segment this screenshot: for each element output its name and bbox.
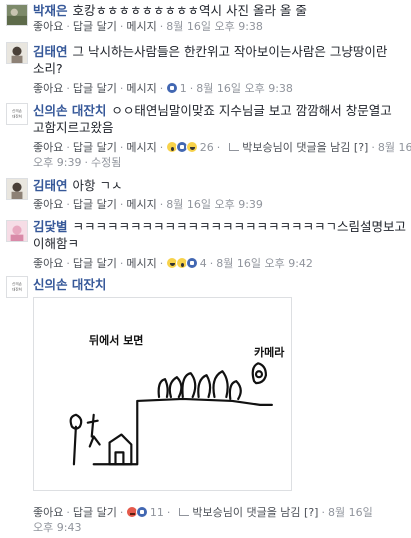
timestamp-date[interactable]: 8월 16일 (378, 141, 411, 154)
reply-link[interactable]: 답글 달기 (73, 141, 117, 154)
comment-text-line1: 그 낙시하는사람들은 한칸위고 작아보이는사람은 그냥땅이란 (72, 44, 388, 59)
comment-image-attachment[interactable]: 뒤에서 보면 카메라 (33, 297, 292, 491)
comment-text-line2: 고함지르고왔음 (33, 120, 114, 135)
comment-actions: 좋아요 · 답글 달기 · 메시지 · 8월 16일 오후 9:39 (33, 198, 263, 211)
like-link[interactable]: 좋아요 (33, 82, 63, 95)
reply-arrow-icon (229, 143, 240, 151)
comment-actions: 좋아요 · 답글 달기 · 메시지 · 4 · 8월 16일 오후 9:42 (33, 257, 313, 270)
like-reaction-icon[interactable] (136, 506, 149, 518)
avatar[interactable] (6, 178, 28, 200)
commenter-name[interactable]: 박재은 (33, 3, 68, 18)
reply-link[interactable]: 답글 달기 (73, 257, 117, 270)
edited-label[interactable]: 수정됨 (91, 156, 121, 169)
comment-actions: 좋아요 · 답글 달기 · 메시지 · 1 · 8월 16일 오후 9:38 (33, 82, 293, 95)
avatar[interactable]: 신의손 대잔치 (6, 103, 28, 125)
avatar[interactable] (6, 42, 28, 64)
message-link[interactable]: 메시지 (126, 141, 156, 154)
like-link[interactable]: 좋아요 (33, 506, 63, 519)
comment-text-line1: ㅋㅋㅋㅋㅋㅋㅋㅋㅋㅋㅋㅋㅋㅋㅋㅋㅋㅋㅋㅋㅋㅋㄱ스림설명보고 (72, 219, 407, 234)
timestamp-date[interactable]: 8월 16일 (328, 506, 373, 519)
like-link[interactable]: 좋아요 (33, 257, 63, 270)
comment-text: 아항 ㄱㅅ (72, 178, 123, 193)
comment-text-line2: 이해함ㅋ (33, 236, 80, 251)
like-link[interactable]: 좋아요 (33, 20, 63, 33)
avatar[interactable] (6, 4, 28, 26)
comment-text: 호캉ㅎㅎㅎㅎㅎㅎㅎㅎㅎ역시 사진 올라 올 줄 (72, 3, 307, 18)
commenter-name[interactable]: 김태연 (33, 44, 68, 59)
timestamp[interactable]: 8월 16일 오후 9:42 (216, 257, 313, 270)
avatar[interactable] (6, 220, 28, 242)
commenter-name[interactable]: 신의손 대잔치 (33, 103, 106, 118)
reaction-count[interactable]: 1 (180, 82, 187, 95)
reply-link[interactable]: 답글 달기 (73, 198, 117, 211)
like-reaction-icon[interactable] (166, 82, 179, 94)
svg-text:대잔치: 대잔치 (12, 287, 22, 292)
commenter-name[interactable]: 김닻별 (33, 219, 68, 234)
reply-arrow-icon (179, 508, 190, 516)
reply-link[interactable]: 답글 달기 (73, 82, 117, 95)
svg-text:대잔치: 대잔치 (12, 114, 22, 119)
comment-actions: 좋아요 · 답글 달기 · 메시지 · 26 · 박보승님이 댓글을 남김 [?] · 8월 16… (33, 140, 411, 155)
message-link[interactable]: 메시지 (126, 257, 156, 270)
svg-text:신의손: 신의손 (12, 281, 23, 286)
message-link[interactable]: 메시지 (126, 198, 156, 211)
avatar-text: 신의손 (12, 108, 23, 113)
timestamp[interactable]: 8월 16일 오후 9:38 (166, 20, 263, 33)
like-link[interactable]: 좋아요 (33, 141, 63, 154)
comment-actions: 좋아요 · 답글 달기 · 11 · 박보승님이 댓글을 남김 [?] · 8월 16일 (33, 506, 373, 519)
message-link[interactable]: 메시지 (126, 82, 156, 95)
drawing-title: 뒤에서 보면 (89, 334, 144, 347)
comment-text-line1: ㅇㅇ태연님말이맞죠 지수님글 보고 깜깜해서 창문열고 (111, 103, 392, 118)
like-reaction-icon[interactable] (186, 257, 199, 269)
commenter-name[interactable]: 신의손 대잔치 (33, 277, 106, 292)
replied-by-link[interactable]: 박보승님이 댓글을 남김 [?] (242, 141, 368, 154)
comment-text-line2: 소리? (33, 61, 63, 76)
timestamp[interactable]: 8월 16일 오후 9:39 (166, 198, 263, 211)
replied-by-link[interactable]: 박보승님이 댓글을 남김 [?] (192, 506, 318, 519)
haha-reaction-icon[interactable] (186, 141, 199, 153)
hand-drawing (69, 362, 273, 466)
reply-link[interactable]: 답글 달기 (73, 506, 117, 519)
reply-link[interactable]: 답글 달기 (73, 20, 117, 33)
message-link[interactable]: 메시지 (126, 20, 156, 33)
commenter-name[interactable]: 김태연 (33, 178, 68, 193)
reaction-count[interactable]: 11 (150, 506, 164, 519)
timestamp-time[interactable]: 오후 9:39 (33, 156, 81, 169)
camera-label: 카메라 (254, 346, 285, 359)
avatar[interactable]: 신의손 대잔치 (6, 276, 28, 298)
timestamp-time[interactable]: 오후 9:43 (33, 521, 81, 534)
timestamp[interactable]: 8월 16일 오후 9:38 (196, 82, 293, 95)
reaction-count[interactable]: 26 (200, 141, 214, 154)
reaction-count[interactable]: 4 (200, 257, 207, 270)
like-link[interactable]: 좋아요 (33, 198, 63, 211)
comment-actions: 좋아요 · 답글 달기 · 메시지 · 8월 16일 오후 9:38 (33, 20, 263, 33)
